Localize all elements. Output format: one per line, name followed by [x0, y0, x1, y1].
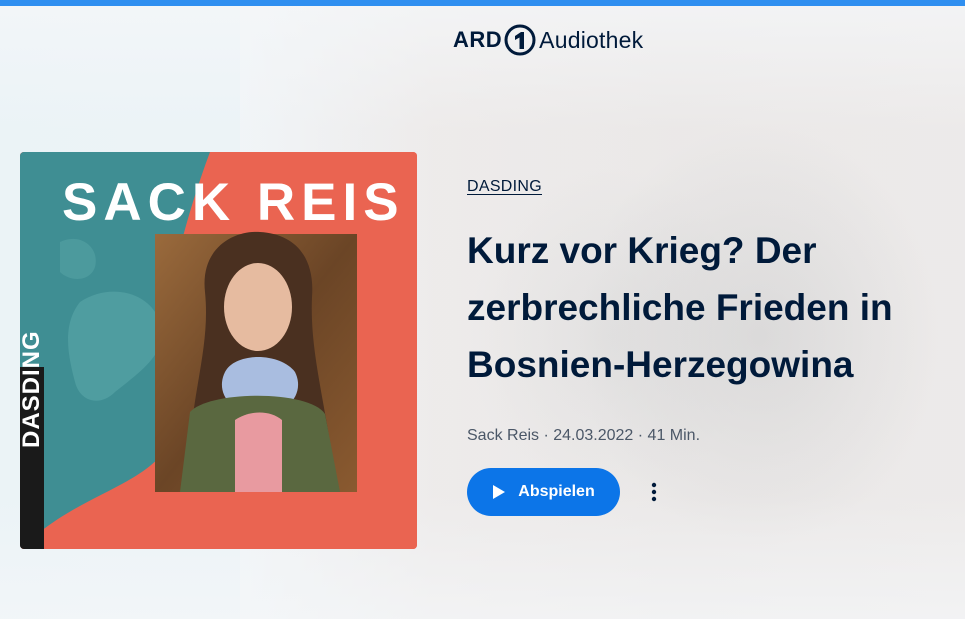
- episode-title: Kurz vor Krieg? Der zerbrechliche Friede…: [467, 230, 893, 385]
- cover-brand-label: DASDING: [20, 330, 45, 448]
- episode-meta: Sack Reis · 24.03.2022 · 41 Min.: [467, 427, 701, 444]
- play-button-label: Abspielen: [518, 483, 595, 500]
- header: ARD Audiothek: [0, 6, 965, 66]
- cover-title: SACK REIS: [62, 173, 405, 232]
- ard-audiothek-logo[interactable]: ARD Audiothek: [453, 22, 643, 58]
- play-button[interactable]: Abspielen: [467, 468, 620, 516]
- episode-actions: Abspielen: [467, 468, 947, 516]
- channel-link[interactable]: DASDING: [467, 178, 542, 196]
- logo-audiothek-text: Audiothek: [539, 26, 644, 53]
- play-icon: [493, 485, 506, 499]
- more-vertical-icon: [651, 482, 657, 502]
- episode-info: DASDING Kurz vor Krieg? Der zerbrechlich…: [467, 178, 947, 516]
- ard-one-icon: [504, 24, 536, 56]
- more-options-button[interactable]: [640, 478, 668, 506]
- logo-ard-text: ARD: [453, 27, 503, 52]
- podcast-cover-image: SACK REIS DASDING: [20, 152, 417, 549]
